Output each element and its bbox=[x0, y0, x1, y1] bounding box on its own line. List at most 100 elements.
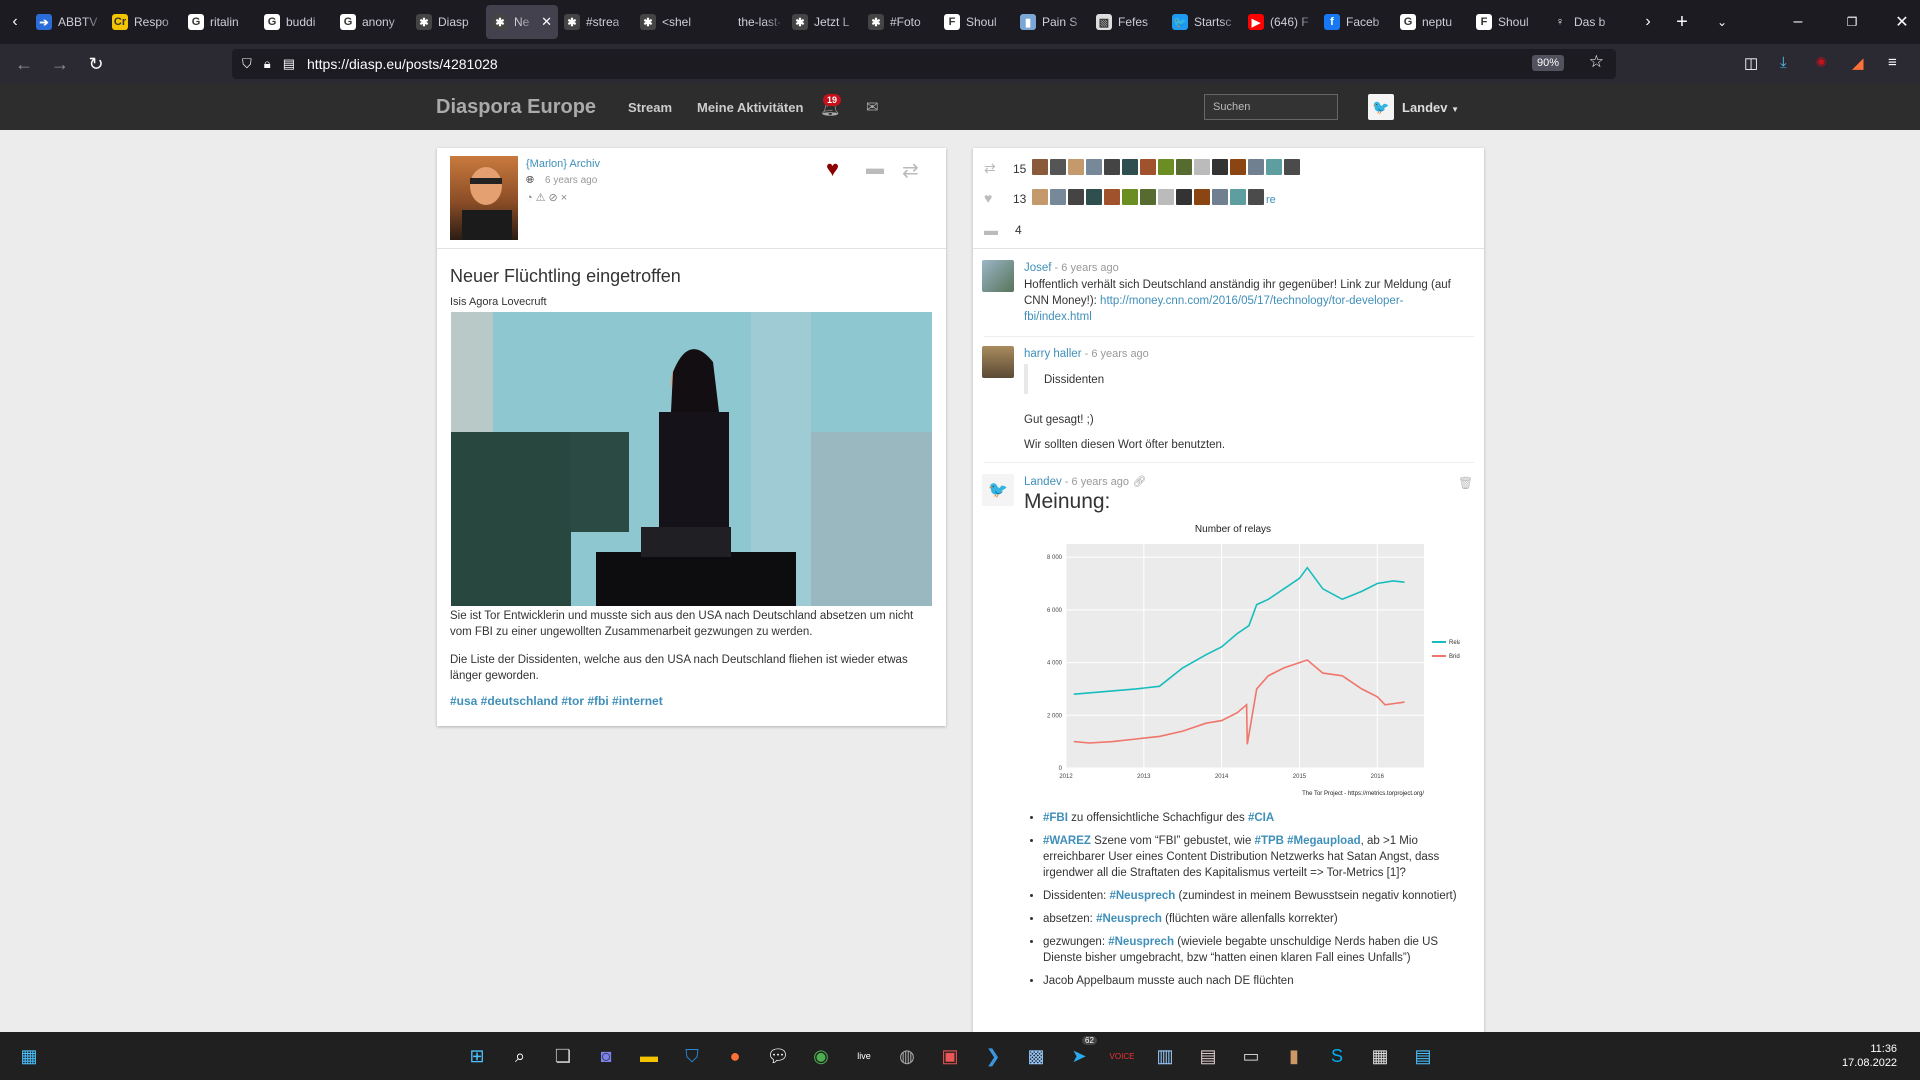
likes-more-link[interactable]: re bbox=[1266, 194, 1276, 206]
commenter-avatar[interactable] bbox=[982, 260, 1014, 292]
lock-icon[interactable]: 🔒︎ bbox=[264, 56, 271, 72]
bookmark-star-icon[interactable]: ☆ bbox=[1589, 52, 1604, 72]
liker-avatar[interactable] bbox=[1050, 189, 1066, 205]
app-icon[interactable]: ▥ bbox=[1150, 1041, 1180, 1071]
new-tab-button[interactable]: + bbox=[1664, 11, 1700, 34]
resharer-avatar[interactable] bbox=[1212, 159, 1228, 175]
close-window-button[interactable]: ✕ bbox=[1884, 12, 1920, 32]
comment-time[interactable]: 6 years ago bbox=[1091, 348, 1148, 360]
browser-tab[interactable]: ▮ Pain S bbox=[1014, 5, 1090, 39]
resharer-avatar[interactable] bbox=[1284, 159, 1300, 175]
chrome-icon[interactable]: ◉ bbox=[806, 1041, 836, 1071]
browser-tab[interactable]: Cr Respo bbox=[106, 5, 182, 39]
browser-tab[interactable]: ♀ Das b bbox=[1546, 5, 1622, 39]
app-icon[interactable]: ◍ bbox=[892, 1041, 922, 1071]
start-icon[interactable]: ⊞ bbox=[462, 1041, 492, 1071]
like-button[interactable]: ♥ bbox=[826, 156, 839, 182]
menu-icon[interactable]: ≡ bbox=[1888, 54, 1897, 71]
mail-icon[interactable]: ✉ bbox=[866, 98, 879, 116]
liker-avatar[interactable] bbox=[1212, 189, 1228, 205]
reload-icon[interactable]: ↻ bbox=[78, 54, 114, 75]
hashtag-link[interactable]: #FBI bbox=[1043, 812, 1068, 824]
downloads-icon[interactable]: ⤓ bbox=[1780, 54, 1787, 71]
shield-icon[interactable]: ⛉ bbox=[242, 56, 252, 72]
url-text[interactable]: https://diasp.eu/posts/4281028 bbox=[307, 56, 498, 72]
resharer-avatar[interactable] bbox=[1086, 159, 1102, 175]
commenter-avatar[interactable]: 🐦 bbox=[982, 474, 1014, 506]
browser-tab[interactable]: F Shoul bbox=[1470, 5, 1546, 39]
browser-tab[interactable]: Ganony bbox=[334, 5, 410, 39]
browser-tab[interactable]: ✱ <shel bbox=[634, 5, 710, 39]
restore-button[interactable]: ❐ bbox=[1834, 15, 1870, 29]
app-icon[interactable]: ▤ bbox=[1193, 1041, 1223, 1071]
app-icon[interactable]: ▩ bbox=[1021, 1041, 1051, 1071]
hashtag-link[interactable]: #CIA bbox=[1248, 812, 1274, 824]
permalink-icon[interactable]: 🔗︎ bbox=[1132, 476, 1146, 488]
liker-avatar[interactable] bbox=[1230, 189, 1246, 205]
caret-down-icon[interactable]: ▼ bbox=[1451, 105, 1459, 114]
mute-icon[interactable]: ◔ bbox=[526, 192, 536, 204]
resharer-avatar[interactable] bbox=[1266, 159, 1282, 175]
widgets-icon[interactable]: ▦ bbox=[14, 1041, 44, 1071]
browser-tab[interactable]: Gritalin bbox=[182, 5, 258, 39]
search-input[interactable] bbox=[1204, 94, 1338, 120]
user-menu[interactable]: Landev ▼ bbox=[1402, 100, 1459, 115]
user-name[interactable]: Landev bbox=[1402, 100, 1448, 115]
browser-tab[interactable]: f Faceb bbox=[1318, 5, 1394, 39]
liker-avatar[interactable] bbox=[1140, 189, 1156, 205]
block-icon[interactable]: ⊘ bbox=[549, 192, 561, 204]
resharer-avatar[interactable] bbox=[1032, 159, 1048, 175]
powershell-icon[interactable]: ❯ bbox=[978, 1041, 1008, 1071]
commenter-avatar[interactable] bbox=[982, 346, 1014, 378]
liker-avatar[interactable] bbox=[1122, 189, 1138, 205]
telegram-icon[interactable]: ➤ bbox=[1064, 1041, 1094, 1071]
comment-author[interactable]: Josef bbox=[1024, 262, 1052, 274]
browser-tab[interactable]: ➔ ABBTV bbox=[30, 5, 106, 39]
teams-icon[interactable]: ◙ bbox=[591, 1041, 621, 1071]
pocket-icon[interactable]: ◫ bbox=[1744, 54, 1758, 72]
system-clock[interactable]: 11:36 17.08.2022 bbox=[1842, 1042, 1897, 1070]
browser-tab[interactable]: ✱ #Foto bbox=[862, 5, 938, 39]
nav-stream[interactable]: Stream bbox=[628, 100, 672, 115]
ublock-icon[interactable]: ◉ bbox=[1816, 54, 1826, 68]
terminal-icon[interactable]: ▭ bbox=[1236, 1041, 1266, 1071]
comment-button[interactable]: ▬ bbox=[866, 158, 884, 179]
browser-tab[interactable]: Gneptu bbox=[1394, 5, 1470, 39]
post-timestamp[interactable]: 6 years ago bbox=[545, 175, 597, 186]
resharer-avatar[interactable] bbox=[1122, 159, 1138, 175]
hashtag-link[interactable]: #WAREZ bbox=[1043, 835, 1091, 847]
url-bar[interactable]: ⛉ 🔒︎ ▤ https://diasp.eu/posts/4281028 90… bbox=[232, 49, 1616, 79]
app-icon[interactable]: ▦ bbox=[1365, 1041, 1395, 1071]
post-hashtags[interactable]: #usa #deutschland #tor #fbi #internet bbox=[450, 694, 663, 708]
liker-avatar[interactable] bbox=[1176, 189, 1192, 205]
browser-tab[interactable]: ▶ (646) F bbox=[1242, 5, 1318, 39]
app-icon[interactable]: ▣ bbox=[935, 1041, 965, 1071]
resharer-avatar[interactable] bbox=[1104, 159, 1120, 175]
resharer-avatar[interactable] bbox=[1158, 159, 1174, 175]
user-avatar[interactable]: 🐦 bbox=[1368, 94, 1394, 120]
minimize-button[interactable]: – bbox=[1780, 13, 1816, 31]
browser-tab[interactable]: ✱ #strea bbox=[558, 5, 634, 39]
reader-view-icon[interactable]: ▤ bbox=[283, 56, 295, 72]
resharer-avatar[interactable] bbox=[1230, 159, 1246, 175]
close-tab-icon[interactable]: ✕ bbox=[541, 14, 552, 30]
tab-list-dropdown-icon[interactable]: ⌄ bbox=[1704, 15, 1740, 29]
extension-icon[interactable]: ◢ bbox=[1852, 54, 1864, 72]
liker-avatar[interactable] bbox=[1194, 189, 1210, 205]
hashtag-link[interactable]: #Neusprech bbox=[1108, 936, 1174, 948]
resharer-avatar[interactable] bbox=[1176, 159, 1192, 175]
site-brand[interactable]: Diaspora Europe bbox=[436, 96, 596, 119]
browser-tab[interactable]: ✱ Jetzt L bbox=[786, 5, 862, 39]
browser-tab[interactable]: ▧ Fefes bbox=[1090, 5, 1166, 39]
hashtag-link[interactable]: #TPB #Megaupload bbox=[1255, 835, 1361, 847]
firefox-icon[interactable]: ● bbox=[720, 1041, 750, 1071]
resharer-avatar[interactable] bbox=[1050, 159, 1066, 175]
defender-icon[interactable]: ⛉ bbox=[677, 1041, 707, 1071]
post-image[interactable] bbox=[451, 312, 932, 606]
comment-time[interactable]: 6 years ago bbox=[1061, 262, 1118, 274]
liker-avatar[interactable] bbox=[1032, 189, 1048, 205]
hashtag-link[interactable]: #Neusprech bbox=[1096, 913, 1162, 925]
liker-avatar[interactable] bbox=[1248, 189, 1264, 205]
liker-avatar[interactable] bbox=[1158, 189, 1174, 205]
resharer-avatar[interactable] bbox=[1140, 159, 1156, 175]
